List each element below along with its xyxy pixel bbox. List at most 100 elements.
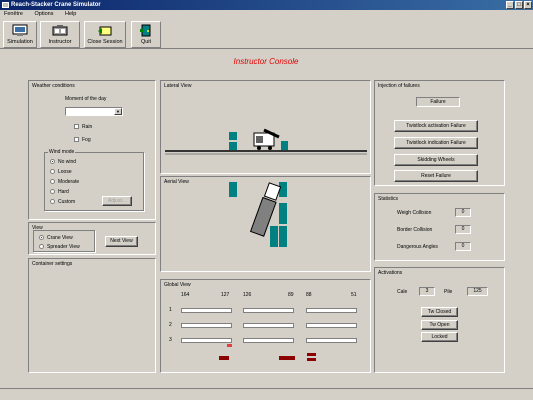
toolbar: Simulation Instructor Close Session Quit — [0, 19, 533, 49]
failure-status-field: Failure — [416, 97, 460, 107]
fog-label: Fog — [82, 137, 91, 143]
moderate-label: Moderate — [58, 179, 80, 185]
tw-closed-button[interactable]: Tw Closed — [421, 307, 458, 317]
menu-bar: Fenêtre Options Help — [0, 10, 533, 19]
folder-arrow-icon — [98, 26, 112, 36]
activation-panel: Activations Cale 3 Pile 125 Tw Closed Tw… — [374, 267, 505, 373]
container-aerial — [279, 182, 287, 197]
slot-bar[interactable] — [181, 323, 232, 328]
slot-bar[interactable] — [243, 323, 294, 328]
window-title: Reach-Stacker Crane Simulator — [11, 2, 101, 8]
wind-mode-group: Wind mode No wind Loose Moderate Hard Cu… — [44, 149, 144, 211]
container-aerial — [270, 226, 278, 247]
custom-radio[interactable] — [50, 199, 55, 205]
container-marker — [219, 356, 229, 360]
wind-option-moderate[interactable]: Moderate — [50, 179, 79, 185]
weather-title: Weather conditions — [32, 83, 75, 89]
quit-button[interactable]: Quit — [131, 21, 161, 48]
next-view-button[interactable]: Next View — [105, 236, 138, 247]
stat-value: 0 — [455, 208, 471, 217]
rain-checkbox[interactable]: Rain — [74, 124, 92, 130]
instructor-button[interactable]: Instructor — [40, 21, 80, 48]
pile-value: 125 — [467, 287, 488, 296]
col-header: 127 — [221, 292, 230, 298]
global-view-panel: Global View 164 127 126 89 88 51 1 2 3 — [160, 279, 371, 373]
slot-bar[interactable] — [306, 338, 357, 343]
locked-button[interactable]: Locked — [421, 332, 458, 342]
container-lateral — [229, 132, 237, 140]
quit-label: Quit — [140, 39, 152, 45]
wind-option-hard[interactable]: Hard — [50, 189, 69, 195]
twistlock-activation-failure-button[interactable]: Twistlock activation Failure — [394, 120, 478, 132]
container-marker — [307, 358, 316, 361]
col-header: 88 — [306, 292, 312, 298]
col-header: 126 — [243, 292, 252, 298]
wind-option-loose[interactable]: Loose — [50, 169, 72, 175]
activation-title: Activations — [378, 270, 403, 276]
row-label: 2 — [169, 322, 172, 328]
fog-checkbox[interactable]: Fog — [74, 137, 91, 143]
wind-mode-title: Wind mode — [48, 149, 76, 155]
menu-item-help[interactable]: Help — [65, 11, 76, 17]
container-aerial — [229, 182, 237, 197]
row-label: 1 — [169, 307, 172, 313]
cale-value: 3 — [419, 287, 435, 296]
close-button[interactable]: × — [524, 1, 532, 9]
fog-check-box[interactable] — [74, 137, 79, 143]
close-session-button[interactable]: Close Session — [84, 21, 126, 48]
simulation-icon — [12, 24, 28, 36]
col-header: 51 — [351, 292, 357, 298]
simulation-label: Simulation — [7, 39, 33, 45]
crane-cab — [256, 136, 263, 143]
hard-radio[interactable] — [50, 189, 55, 195]
spreader-view-radio[interactable] — [39, 244, 44, 250]
menu-item-window[interactable]: Fenêtre — [4, 11, 23, 17]
instructor-label: Instructor — [48, 39, 72, 45]
loose-radio[interactable] — [50, 169, 55, 175]
spreader-view-option[interactable]: Spreader View — [39, 244, 80, 250]
close-session-label: Close Session — [87, 39, 123, 45]
dropdown-arrow-icon[interactable]: ▼ — [114, 108, 122, 115]
twistlock-indication-failure-button[interactable]: Twistlock indication Failure — [394, 137, 478, 149]
slot-bar[interactable] — [181, 338, 232, 343]
statistics-title: Statistics — [378, 196, 399, 202]
moment-select[interactable]: ▼ — [65, 107, 123, 116]
slot-bar[interactable] — [306, 308, 357, 313]
container-aerial — [279, 203, 287, 224]
failures-title: Injection of failures — [378, 83, 420, 89]
aerial-view-canvas — [229, 182, 287, 247]
aerial-view-panel: Aerial View — [160, 176, 371, 272]
slot-bar[interactable] — [243, 308, 294, 313]
console-title: Instructor Console — [233, 57, 299, 66]
crane-wheel — [257, 146, 261, 150]
crane-view-option[interactable]: Crane View — [39, 235, 73, 241]
col-header: 164 — [181, 292, 190, 298]
slot-bar[interactable] — [243, 338, 294, 343]
wind-option-no-wind[interactable]: No wind — [50, 159, 76, 165]
simulation-button[interactable]: Simulation — [3, 21, 37, 48]
slot-bar[interactable] — [181, 308, 232, 313]
failures-panel: Injection of failures Failure Twistlock … — [374, 80, 505, 186]
crane-view-radio[interactable] — [39, 235, 44, 241]
no-wind-radio[interactable] — [50, 159, 55, 165]
weather-panel: Weather conditions Moment of the day ▼ R… — [28, 80, 156, 220]
stat-value: 0 — [455, 225, 471, 234]
slot-bar[interactable] — [306, 323, 357, 328]
menu-item-options[interactable]: Options — [35, 11, 54, 17]
title-bar: Reach-Stacker Crane Simulator _ □ × — [0, 0, 533, 10]
wind-option-custom[interactable]: Custom — [50, 199, 75, 205]
cale-label: Cale — [397, 289, 408, 295]
container-marker — [307, 353, 316, 356]
stat-label: Dangerous Angles — [397, 244, 438, 250]
maximize-button[interactable]: □ — [515, 1, 523, 9]
loose-label: Loose — [58, 169, 72, 175]
adjust-button[interactable]: Adjust... — [102, 196, 132, 206]
skidding-wheels-button[interactable]: Skidding Wheels — [394, 154, 478, 166]
minimize-button[interactable]: _ — [506, 1, 514, 9]
moderate-radio[interactable] — [50, 179, 55, 185]
tw-open-button[interactable]: Tw Open — [421, 320, 458, 330]
container-lateral — [281, 141, 288, 150]
col-header: 89 — [288, 292, 294, 298]
rain-check-box[interactable] — [74, 124, 79, 130]
reset-failure-button[interactable]: Reset Failure — [394, 170, 478, 182]
